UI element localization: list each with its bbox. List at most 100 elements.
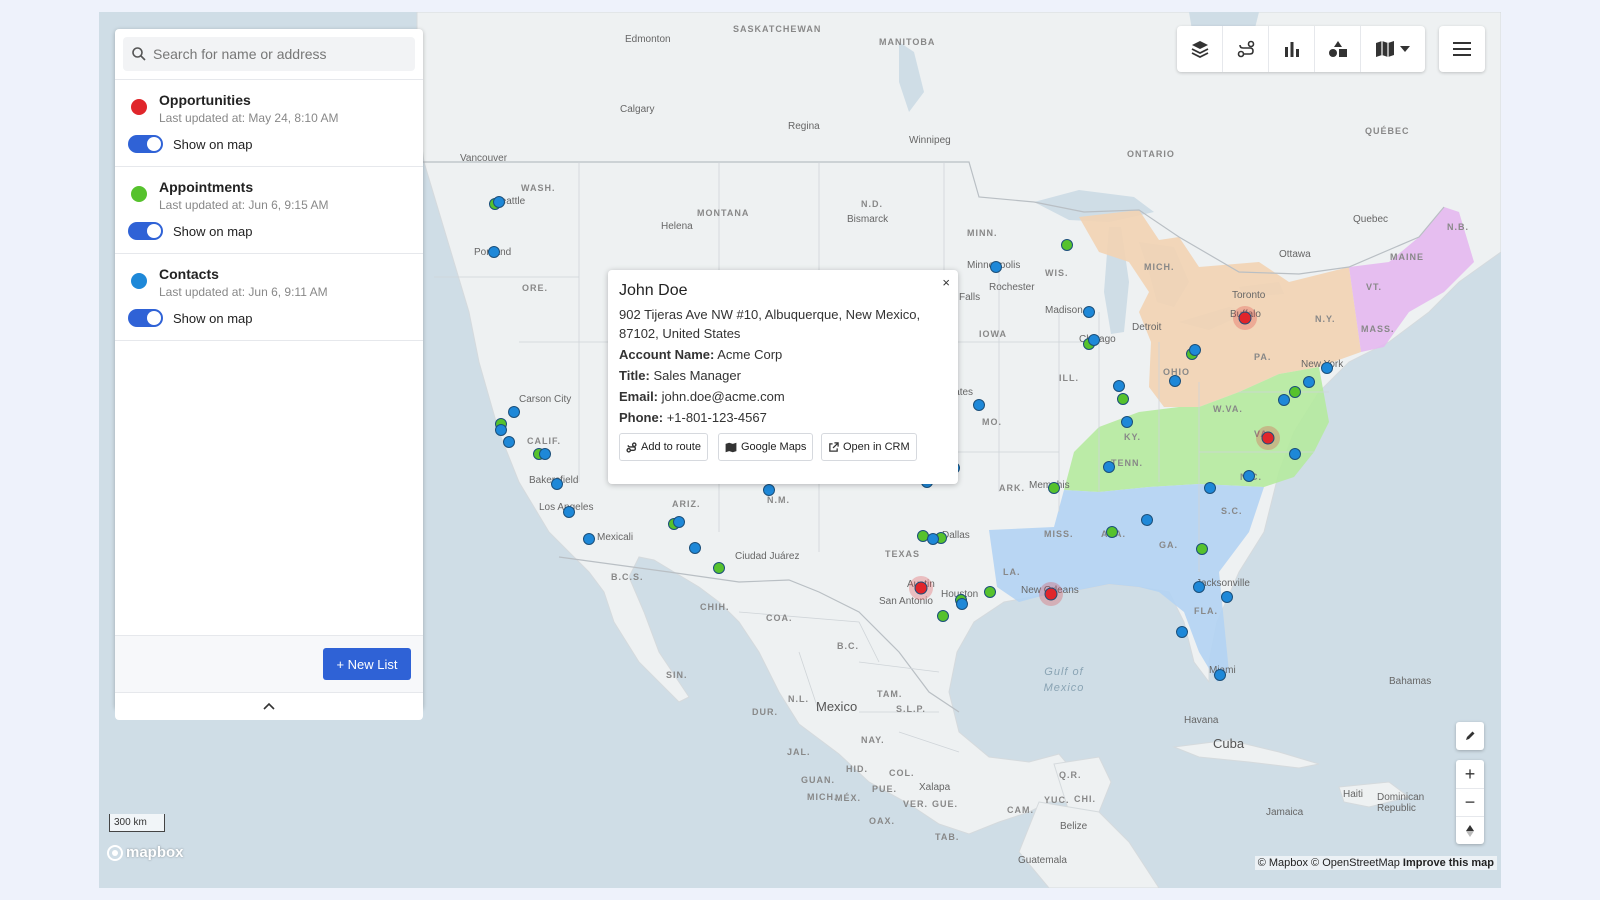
map-label: Madison xyxy=(1045,305,1083,316)
opportunities-color-dot xyxy=(131,99,147,115)
map-label: Mexicali xyxy=(597,532,634,543)
map-label: Edmonton xyxy=(625,34,671,45)
route-button[interactable] xyxy=(1223,26,1269,72)
plus-icon: + xyxy=(1464,763,1476,784)
map-label: Vancouver xyxy=(460,153,508,164)
account-name-field: Account Name: Acme Corp xyxy=(619,347,782,362)
compass-icon xyxy=(1466,824,1474,837)
add-to-route-button[interactable]: Add to route xyxy=(619,433,708,461)
field-value[interactable]: +1-801-123-4567 xyxy=(667,410,767,425)
map-label: Memphis xyxy=(1029,480,1070,491)
map-style-button[interactable] xyxy=(1361,26,1425,72)
field-value: Sales Manager xyxy=(653,368,741,383)
layers-button[interactable] xyxy=(1177,26,1223,72)
map-label: Winnipeg xyxy=(909,135,951,146)
map-label: VT. xyxy=(1366,282,1383,292)
map-label: Houston xyxy=(941,589,979,600)
title-field: Title: Sales Manager xyxy=(619,368,741,383)
show-on-map-toggle[interactable] xyxy=(128,309,163,327)
close-icon[interactable]: × xyxy=(942,275,950,290)
field-label: Account Name: xyxy=(619,347,715,362)
map-label: CHIH. xyxy=(700,602,730,612)
map-label: OAX. xyxy=(869,816,896,826)
button-label: Add to route xyxy=(641,441,701,453)
map-label: ARIZ. xyxy=(672,499,701,509)
contact-name: John Doe xyxy=(619,282,688,299)
field-value[interactable]: john.doe@acme.com xyxy=(662,389,785,404)
map-label: Cuba xyxy=(1213,736,1245,751)
map-label: Rochester xyxy=(989,282,1035,293)
show-on-map-toggle[interactable] xyxy=(128,222,163,240)
map-label: Carson City xyxy=(519,394,572,405)
map-label: N.D. xyxy=(861,199,883,209)
field-label: Phone: xyxy=(619,410,664,425)
cuba-land xyxy=(1172,739,1320,769)
external-link-icon xyxy=(829,441,839,452)
layer-item-contacts: Contacts Last updated at: Jun 6, 9:11 AM… xyxy=(115,253,423,341)
map-label: IOWA xyxy=(979,329,1007,339)
map-label: KY. xyxy=(1124,432,1142,442)
map-canvas[interactable]: SASKATCHEWAN MANITOBA ONTARIO QUÉBEC N.B… xyxy=(99,12,1501,888)
map-label: FLA. xyxy=(1194,606,1218,616)
map-label: New Orleans xyxy=(1021,585,1079,596)
central-america-land xyxy=(1018,801,1160,888)
layer-item-opportunities: Opportunities Last updated at: May 24, 8… xyxy=(115,79,423,167)
analytics-button[interactable] xyxy=(1269,26,1315,72)
map-label: MAINE xyxy=(1390,252,1424,262)
territory-button[interactable] xyxy=(1315,26,1361,72)
mapbox-logo[interactable]: mapbox xyxy=(107,844,184,861)
layers-icon xyxy=(1191,41,1208,59)
map-label: GUAN. xyxy=(801,775,835,785)
map-label: N.C. xyxy=(1240,472,1262,482)
map-label: MÉX. xyxy=(835,793,862,803)
compass-button[interactable] xyxy=(1456,816,1484,844)
zoom-out-button[interactable]: − xyxy=(1456,788,1484,816)
layer-name: Appointments xyxy=(159,179,254,195)
map-label: YUC. xyxy=(1044,795,1070,805)
map-label: Chicago xyxy=(1079,334,1116,345)
map-label: ILL. xyxy=(1059,373,1079,383)
map-label: Buffalo xyxy=(1230,309,1261,320)
chevron-down-icon xyxy=(1400,46,1410,52)
search-icon xyxy=(132,47,146,61)
draw-control xyxy=(1456,722,1484,750)
new-list-button[interactable]: + New List xyxy=(323,648,411,680)
show-on-map-toggle[interactable] xyxy=(128,135,163,153)
north-america-land xyxy=(416,12,1501,835)
map-label: Bahamas xyxy=(1389,676,1432,687)
map-label: Mexico xyxy=(816,699,858,714)
map-label: VA. xyxy=(1254,429,1272,439)
menu-button[interactable] xyxy=(1439,26,1485,72)
minus-icon: − xyxy=(1464,792,1476,812)
toggle-label: Show on map xyxy=(173,137,253,152)
field-label: Email: xyxy=(619,389,659,404)
search-box xyxy=(123,37,415,71)
scale-bar: 300 km xyxy=(109,814,165,832)
toggle-label: Show on map xyxy=(173,224,253,239)
sidebar-footer: + New List xyxy=(115,635,423,720)
open-in-crm-button[interactable]: Open in CRM xyxy=(821,433,917,461)
mapbox-icon xyxy=(107,844,123,861)
zoom-in-button[interactable]: + xyxy=(1456,760,1484,788)
map-label: Guatemala xyxy=(1018,855,1067,866)
map-label: Belize xyxy=(1060,821,1088,832)
map-label: LA. xyxy=(1003,567,1021,577)
toggle-label: Show on map xyxy=(173,311,253,326)
map-label: PA. xyxy=(1254,352,1272,362)
map-label: TAB. xyxy=(935,832,960,842)
contact-popup: × John Doe 902 Tijeras Ave NW #10, Albuq… xyxy=(608,270,958,484)
map-label: Austin xyxy=(907,579,935,590)
map-label: N.L. xyxy=(788,694,809,704)
draw-button[interactable] xyxy=(1456,722,1484,750)
field-value: Acme Corp xyxy=(717,347,783,362)
google-maps-button[interactable]: Google Maps xyxy=(718,433,814,461)
collapse-sidebar-button[interactable] xyxy=(115,692,423,720)
search-input[interactable] xyxy=(153,37,408,71)
improve-map-link[interactable]: Improve this map xyxy=(1403,857,1494,869)
map-label: N.M. xyxy=(767,495,790,505)
button-label: Open in CRM xyxy=(843,441,910,453)
map-label: San Antonio xyxy=(879,596,933,607)
map-label: PUE. xyxy=(872,784,898,794)
map-label: MICH. xyxy=(807,792,838,802)
map-label: S.L.P. xyxy=(896,704,926,714)
